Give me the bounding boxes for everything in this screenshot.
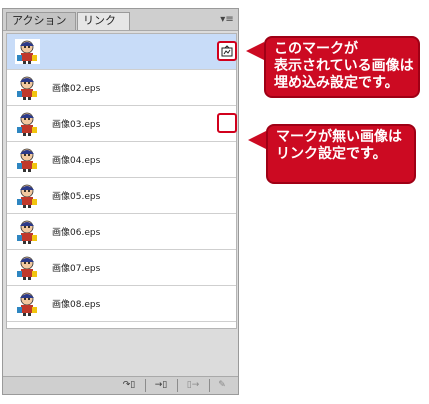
embedded-callout-line2: 表示されている画像は (274, 58, 414, 74)
embedded-callout-line3: 埋め込み設定です。 (274, 75, 399, 91)
toolbar-divider (145, 379, 146, 392)
embedded-callout-line1: このマークが (274, 41, 358, 57)
link-row[interactable]: 画像03.eps (7, 106, 237, 142)
callout-arrow (248, 131, 266, 149)
link-filename: 画像04.eps (52, 156, 101, 166)
panel-menu-icon[interactable]: ▾≡ (220, 14, 234, 26)
goto-link-button[interactable]: →▯ (148, 379, 174, 392)
relink-button[interactable]: ↷▯ (116, 379, 142, 392)
embedded-icon (217, 41, 237, 61)
links-list: 画像02.eps 画像03.eps 画像04.eps 画像05.eps 画像06… (6, 33, 237, 329)
link-filename: 画像08.eps (52, 300, 101, 310)
image-thumbnail (14, 218, 41, 245)
link-row[interactable]: 画像02.eps (7, 70, 236, 106)
link-row[interactable] (7, 34, 237, 70)
image-thumbnail (14, 290, 41, 317)
tab-actions[interactable]: アクション (6, 12, 76, 30)
tab-links-label: リンク (83, 14, 116, 27)
image-thumbnail (14, 254, 41, 281)
no-mark-highlight (217, 113, 237, 133)
tab-links[interactable]: リンク× (77, 12, 130, 43)
linked-callout: マークが無い画像は リンク設定です。 (266, 124, 416, 184)
image-thumbnail (14, 110, 41, 137)
linked-callout-line2: リンク設定です。 (276, 146, 387, 162)
embedded-callout: このマークが 表示されている画像は 埋め込み設定です。 (264, 36, 420, 98)
image-thumbnail (14, 38, 41, 65)
link-row[interactable]: 画像08.eps (7, 286, 236, 322)
link-filename: 画像06.eps (52, 228, 101, 238)
tab-bar: アクション リンク× ▾≡ (3, 9, 238, 43)
link-filename: 画像07.eps (52, 264, 101, 274)
edit-original-button[interactable]: ✎ (212, 379, 232, 392)
image-thumbnail (14, 74, 41, 101)
link-filename: 画像05.eps (52, 192, 101, 202)
linked-callout-line1: マークが無い画像は (276, 129, 402, 145)
image-thumbnail (14, 182, 41, 209)
update-link-button[interactable]: ▯→ (180, 379, 206, 392)
link-row[interactable]: 画像04.eps (7, 142, 236, 178)
link-filename: 画像02.eps (52, 84, 101, 94)
link-row[interactable]: 画像07.eps (7, 250, 236, 286)
link-row[interactable]: 画像06.eps (7, 214, 236, 250)
links-toolbar: ↷▯ →▯ ▯→ ✎ (3, 376, 238, 394)
tab-actions-label: アクション (12, 14, 67, 27)
image-thumbnail (14, 146, 41, 173)
links-panel: アクション リンク× ▾≡ 画像02.eps 画像03.eps 画像04.eps… (2, 8, 239, 395)
toolbar-divider (209, 379, 210, 392)
callout-arrow (246, 42, 264, 60)
link-filename: 画像03.eps (52, 120, 101, 130)
toolbar-divider (177, 379, 178, 392)
link-row[interactable]: 画像05.eps (7, 178, 236, 214)
